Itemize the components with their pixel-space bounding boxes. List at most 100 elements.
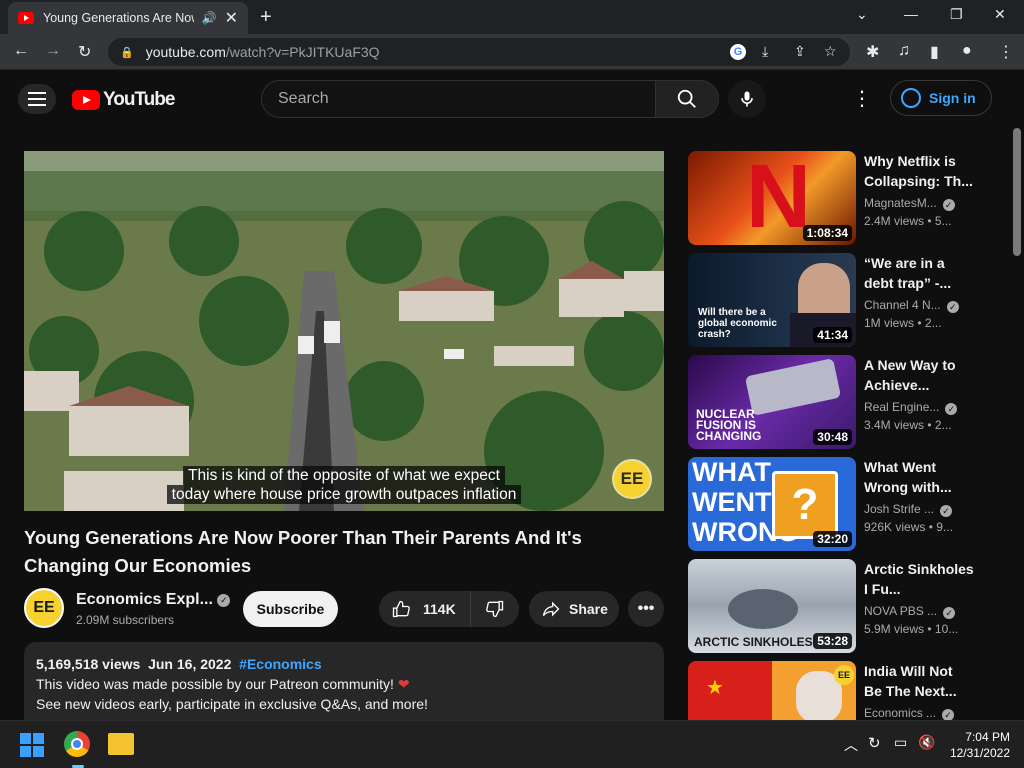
share-arrow-icon — [542, 601, 560, 617]
chrome-taskbar-icon[interactable] — [64, 731, 90, 757]
channel-name[interactable]: Economics Expl... ✓ — [76, 591, 231, 609]
google-lens-icon[interactable]: G — [730, 44, 746, 60]
channel-name[interactable]: NOVA PBS ... ✓ — [864, 604, 956, 619]
video-title[interactable]: Why Netflix is Collapsing: Th... — [864, 151, 974, 191]
channel-name[interactable]: Channel 4 N... ✓ — [864, 298, 959, 313]
browser-menu-icon[interactable]: ⋮ — [998, 42, 1014, 62]
video-frame — [24, 151, 664, 511]
lock-icon[interactable]: 🔒 — [120, 46, 134, 59]
video-duration: 32:20 — [813, 531, 852, 547]
video-title[interactable]: “We are in a debt trap” -... — [864, 253, 974, 293]
browser-tab[interactable]: Young Generations Are Now Poorer Than Th… — [8, 2, 248, 34]
verified-icon: ✓ — [946, 301, 959, 313]
search-button[interactable] — [655, 80, 719, 118]
description-box[interactable]: 5,169,518 views Jun 16, 2022 #Economics … — [24, 642, 664, 732]
new-tab-icon[interactable]: + — [260, 6, 272, 29]
channel-avatar[interactable]: EE — [24, 588, 64, 628]
video-duration: 53:28 — [813, 633, 852, 649]
taskbar-clock[interactable]: 7:04 PM 12/31/2022 — [950, 729, 1010, 761]
hashtag-link[interactable]: #Economics — [239, 656, 321, 672]
channel-name[interactable]: MagnatesM... ✓ — [864, 196, 955, 211]
video-thumbnail[interactable]: N 1:08:34 — [688, 151, 856, 245]
subscriber-count: 2.09M subscribers — [76, 613, 175, 627]
voice-search-button[interactable] — [728, 80, 766, 118]
view-count: 3.4M views • 2... — [864, 418, 952, 432]
verified-icon: ✓ — [942, 199, 955, 211]
like-dislike-bar: 114K — [379, 591, 519, 627]
close-window-icon[interactable]: ✕ — [994, 6, 1006, 23]
file-explorer-icon[interactable] — [108, 733, 134, 755]
verified-icon: ✓ — [940, 505, 953, 517]
video-thumbnail[interactable]: ARCTIC SINKHOLES 53:28 — [688, 559, 856, 653]
recommendation-item[interactable]: WHAT WENT WRONG ? 32:20 What Went Wrong … — [688, 457, 1006, 551]
share-page-icon[interactable]: ⇪ — [794, 43, 806, 60]
address-bar[interactable]: 🔒 youtube.com/watch?v=PkJITKUaF3Q G ⤓ ⇪ … — [108, 38, 850, 66]
video-title[interactable]: What Went Wrong with... — [864, 457, 974, 497]
speaker-icon[interactable]: 🔊 — [202, 11, 217, 25]
fusion-device — [744, 358, 842, 416]
verified-icon: ✓ — [942, 709, 955, 720]
video-thumbnail[interactable]: ★ EE — [688, 661, 856, 720]
thumbs-up-icon — [392, 600, 410, 618]
video-player[interactable]: This is kind of the opposite of what we … — [24, 151, 664, 511]
close-tab-icon[interactable]: ✕ — [225, 8, 238, 28]
youtube-header: YouTube ⋮ Sign in — [0, 70, 1024, 128]
recommendation-item[interactable]: ★ EE India Will Not Be The Next... Econo… — [688, 661, 1006, 720]
volume-muted-icon[interactable]: 🔇 — [918, 734, 935, 751]
search-icon — [677, 89, 696, 108]
forward-icon[interactable]: → — [45, 42, 61, 60]
like-button[interactable]: 114K — [379, 591, 471, 627]
more-actions-button[interactable]: ••• — [628, 591, 664, 627]
browser-tabstrip: Young Generations Are Now Poorer Than Th… — [0, 0, 1024, 34]
profile-icon[interactable]: ● — [962, 42, 972, 60]
description-line-2: See new videos early, participate in exc… — [36, 696, 428, 712]
video-title[interactable]: A New Way to Achieve... — [864, 355, 974, 395]
channel-name[interactable]: Real Engine... ✓ — [864, 400, 958, 415]
video-thumbnail[interactable]: NUCLEAR FUSION IS CHANGING 30:48 — [688, 355, 856, 449]
video-title[interactable]: Arctic Sinkholes I Fu... — [864, 559, 974, 599]
video-thumbnail[interactable]: Will there be a global economic crash? 4… — [688, 253, 856, 347]
recommendation-item[interactable]: ARCTIC SINKHOLES 53:28 Arctic Sinkholes … — [688, 559, 1006, 653]
video-title[interactable]: India Will Not Be The Next... — [864, 661, 974, 701]
windows-start-icon[interactable] — [20, 733, 44, 757]
video-title: Young Generations Are Now Poorer Than Th… — [24, 527, 582, 576]
media-control-icon[interactable]: ♫ — [898, 42, 910, 60]
subscribe-button[interactable]: Subscribe — [243, 591, 338, 627]
show-hidden-icons-icon[interactable]: ︿ — [844, 735, 858, 755]
video-duration: 1:08:34 — [802, 225, 852, 241]
restore-icon[interactable]: ❐ — [950, 6, 963, 23]
sync-icon[interactable]: ↻ — [868, 734, 881, 752]
menu-icon[interactable] — [18, 84, 56, 114]
recommendation-item[interactable]: Will there be a global economic crash? 4… — [688, 253, 1006, 347]
back-icon[interactable]: ← — [13, 42, 29, 60]
reload-icon[interactable]: ↻ — [78, 42, 91, 62]
recommendation-item[interactable]: NUCLEAR FUSION IS CHANGING 30:48 A New W… — [688, 355, 1006, 449]
settings-more-icon[interactable]: ⋮ — [852, 86, 872, 112]
channel-name[interactable]: Josh Strife ... ✓ — [864, 502, 953, 517]
page-scrollbar[interactable] — [1013, 128, 1021, 256]
share-button[interactable]: Share — [529, 591, 619, 627]
search-input[interactable] — [278, 90, 655, 108]
channel-watermark[interactable]: EE — [612, 459, 652, 499]
youtube-logo[interactable]: YouTube — [72, 89, 175, 111]
side-panel-icon[interactable]: ▮ — [930, 42, 939, 62]
recommendation-item[interactable]: N 1:08:34 Why Netflix is Collapsing: Th.… — [688, 151, 1006, 245]
minimize-icon[interactable]: — — [904, 6, 918, 22]
bookmark-star-icon[interactable]: ☆ — [824, 43, 837, 60]
video-duration: 30:48 — [813, 429, 852, 445]
video-thumbnail[interactable]: WHAT WENT WRONG ? 32:20 — [688, 457, 856, 551]
youtube-favicon-icon — [18, 12, 34, 24]
network-icon[interactable]: ▭ — [894, 734, 907, 751]
install-icon[interactable]: ⤓ — [762, 43, 768, 60]
dislike-button[interactable] — [471, 599, 519, 619]
caption-line-1: This is kind of the opposite of what we … — [24, 466, 664, 485]
caption-line-2: today where house price growth outpaces … — [24, 485, 664, 504]
thumbs-down-icon — [486, 600, 504, 618]
description-meta: 5,169,518 views Jun 16, 2022 #Economics — [36, 656, 322, 672]
channel-name[interactable]: Economics ... ✓ — [864, 706, 955, 720]
tab-search-icon[interactable]: ⌄ — [856, 6, 868, 23]
url-host: youtube.com — [145, 44, 226, 60]
sign-in-button[interactable]: Sign in — [890, 80, 992, 116]
view-count: 5.9M views • 10... — [864, 622, 959, 636]
extensions-icon[interactable]: ✱ — [866, 42, 879, 62]
